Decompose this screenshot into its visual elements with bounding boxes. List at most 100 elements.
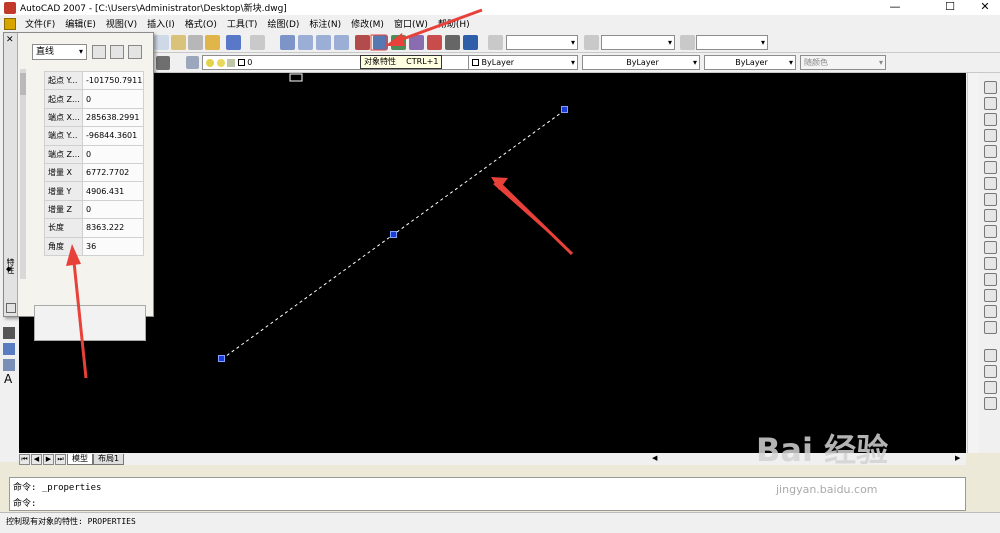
draw-order-under-icon[interactable] <box>984 397 997 410</box>
extend-icon[interactable] <box>984 241 997 254</box>
offset-icon[interactable] <box>984 129 997 142</box>
grip-end[interactable] <box>561 106 568 113</box>
menu-tools[interactable]: 工具(T) <box>222 17 263 30</box>
fillet-icon[interactable] <box>984 305 997 318</box>
tab-next-button[interactable]: ▶ <box>43 453 54 465</box>
sheet-set-icon[interactable] <box>409 35 424 50</box>
document-menu-icon[interactable] <box>4 17 16 30</box>
tab-prev-button[interactable]: ◀ <box>31 453 42 465</box>
property-row[interactable]: 长度 8363.222 <box>44 218 144 238</box>
drawing-canvas[interactable] <box>19 73 966 453</box>
calculator-icon[interactable] <box>445 35 460 50</box>
break-icon[interactable] <box>984 257 997 270</box>
copy-object-icon[interactable] <box>984 97 997 110</box>
explode-icon[interactable] <box>984 321 997 334</box>
text-tool-icon[interactable]: A <box>4 372 12 386</box>
table-style-combo[interactable]: ▾ <box>696 35 768 50</box>
undo-icon[interactable] <box>226 35 241 50</box>
array-icon[interactable] <box>984 145 997 158</box>
draw-order-above-icon[interactable] <box>984 381 997 394</box>
design-center-icon[interactable] <box>373 35 388 50</box>
grid-icon[interactable] <box>3 359 15 371</box>
draw-order-front-icon[interactable] <box>984 349 997 362</box>
layout-icon[interactable] <box>3 327 15 339</box>
property-row[interactable]: 端点 Z... 0 <box>44 144 144 164</box>
markup-icon[interactable] <box>427 35 442 50</box>
menu-draw[interactable]: 绘图(D) <box>262 17 304 30</box>
vertical-scrollbar[interactable] <box>967 73 979 453</box>
copy-icon[interactable] <box>154 35 169 50</box>
property-row[interactable]: 起点 Z... 0 <box>44 89 144 109</box>
text-style-icon[interactable] <box>488 35 503 50</box>
property-value[interactable]: 6772.7702 <box>82 162 144 183</box>
chamfer-icon[interactable] <box>984 289 997 302</box>
palette-title-strip[interactable]: ✕ ◆ 特性 <box>4 33 18 316</box>
table-style-icon[interactable] <box>680 35 695 50</box>
tab-layout1[interactable]: 布局1 <box>93 453 125 465</box>
move-icon[interactable] <box>984 161 997 174</box>
zoom-realtime-icon[interactable] <box>298 35 313 50</box>
property-value[interactable]: 285638.2991 <box>82 107 144 128</box>
properties-icon[interactable] <box>355 35 370 50</box>
menu-help[interactable]: 帮助(H) <box>433 17 475 30</box>
property-row[interactable]: 端点 X... 285638.2991 <box>44 107 144 128</box>
property-value[interactable]: 0 <box>82 144 144 164</box>
dim-style-icon[interactable] <box>584 35 599 50</box>
property-value[interactable]: 0 <box>82 89 144 109</box>
layer-manager-icon[interactable] <box>156 56 170 70</box>
minimize-button[interactable]: — <box>880 0 910 15</box>
match-properties-icon[interactable] <box>205 35 220 50</box>
toggle-pickadd-icon[interactable] <box>92 45 106 59</box>
property-value[interactable]: 8363.222 <box>82 218 144 238</box>
grip-start[interactable] <box>218 355 225 362</box>
property-row[interactable]: 增量 X 6772.7702 <box>44 162 144 183</box>
lineweight-combo[interactable]: ByLayer ▾ <box>704 55 796 70</box>
property-value[interactable]: 0 <box>82 199 144 220</box>
command-prompt[interactable]: 命令: <box>13 496 36 509</box>
tab-last-button[interactable]: ⏭ <box>55 453 66 465</box>
help-icon[interactable] <box>463 35 478 50</box>
property-row[interactable]: 增量 Z0 <box>44 199 144 220</box>
menu-format[interactable]: 格式(O) <box>180 17 222 30</box>
redo-icon[interactable] <box>250 35 265 50</box>
tool-palettes-icon[interactable] <box>391 35 406 50</box>
close-button[interactable]: ✕ <box>970 0 1000 15</box>
quick-select-icon[interactable] <box>128 45 142 59</box>
palette-scroll-thumb[interactable] <box>20 73 26 95</box>
property-row[interactable]: 增量 Y 4906.431 <box>44 181 144 201</box>
brush-icon[interactable] <box>188 35 203 50</box>
linetype-combo[interactable]: ByLayer ▾ <box>582 55 700 70</box>
join-icon[interactable] <box>984 273 997 286</box>
object-type-select[interactable]: 直线 ▾ <box>32 44 87 60</box>
palette-close-icon[interactable]: ✕ <box>6 35 14 45</box>
scroll-left-icon[interactable]: ◀ <box>652 454 657 462</box>
property-row[interactable]: 起点 Y... -101750.7911 <box>44 70 144 91</box>
erase-icon[interactable] <box>984 81 997 94</box>
mirror-icon[interactable] <box>984 113 997 126</box>
color-combo[interactable]: ByLayer ▾ <box>468 55 578 70</box>
menu-edit[interactable]: 编辑(E) <box>60 17 101 30</box>
zoom-window-icon[interactable] <box>316 35 331 50</box>
stretch-icon[interactable] <box>984 209 997 222</box>
text-style-combo[interactable]: ▾ <box>506 35 578 50</box>
pan-icon[interactable] <box>280 35 295 50</box>
rotate-icon[interactable] <box>984 177 997 190</box>
layers-stack-icon[interactable] <box>186 56 199 69</box>
tab-model[interactable]: 模型 <box>67 453 93 465</box>
property-value[interactable]: 36 <box>82 236 144 256</box>
property-row[interactable]: 角度 36 <box>44 236 144 256</box>
layer-combo[interactable]: 0 <box>202 55 502 70</box>
menu-window[interactable]: 窗口(W) <box>389 17 433 30</box>
zoom-previous-icon[interactable] <box>334 35 349 50</box>
table-icon[interactable] <box>3 343 15 355</box>
property-value[interactable]: 4906.431 <box>82 181 144 201</box>
menu-view[interactable]: 视图(V) <box>101 17 142 30</box>
palette-scrollbar[interactable] <box>20 69 26 279</box>
menu-modify[interactable]: 修改(M) <box>346 17 389 30</box>
grip-midpoint[interactable] <box>390 231 397 238</box>
menu-dimension[interactable]: 标注(N) <box>304 17 346 30</box>
property-value[interactable]: -96844.3601 <box>82 126 144 146</box>
scroll-right-icon[interactable]: ▶ <box>955 454 960 462</box>
tab-first-button[interactable]: ⏮ <box>19 453 30 465</box>
property-row[interactable]: 端点 Y... -96844.3601 <box>44 126 144 146</box>
